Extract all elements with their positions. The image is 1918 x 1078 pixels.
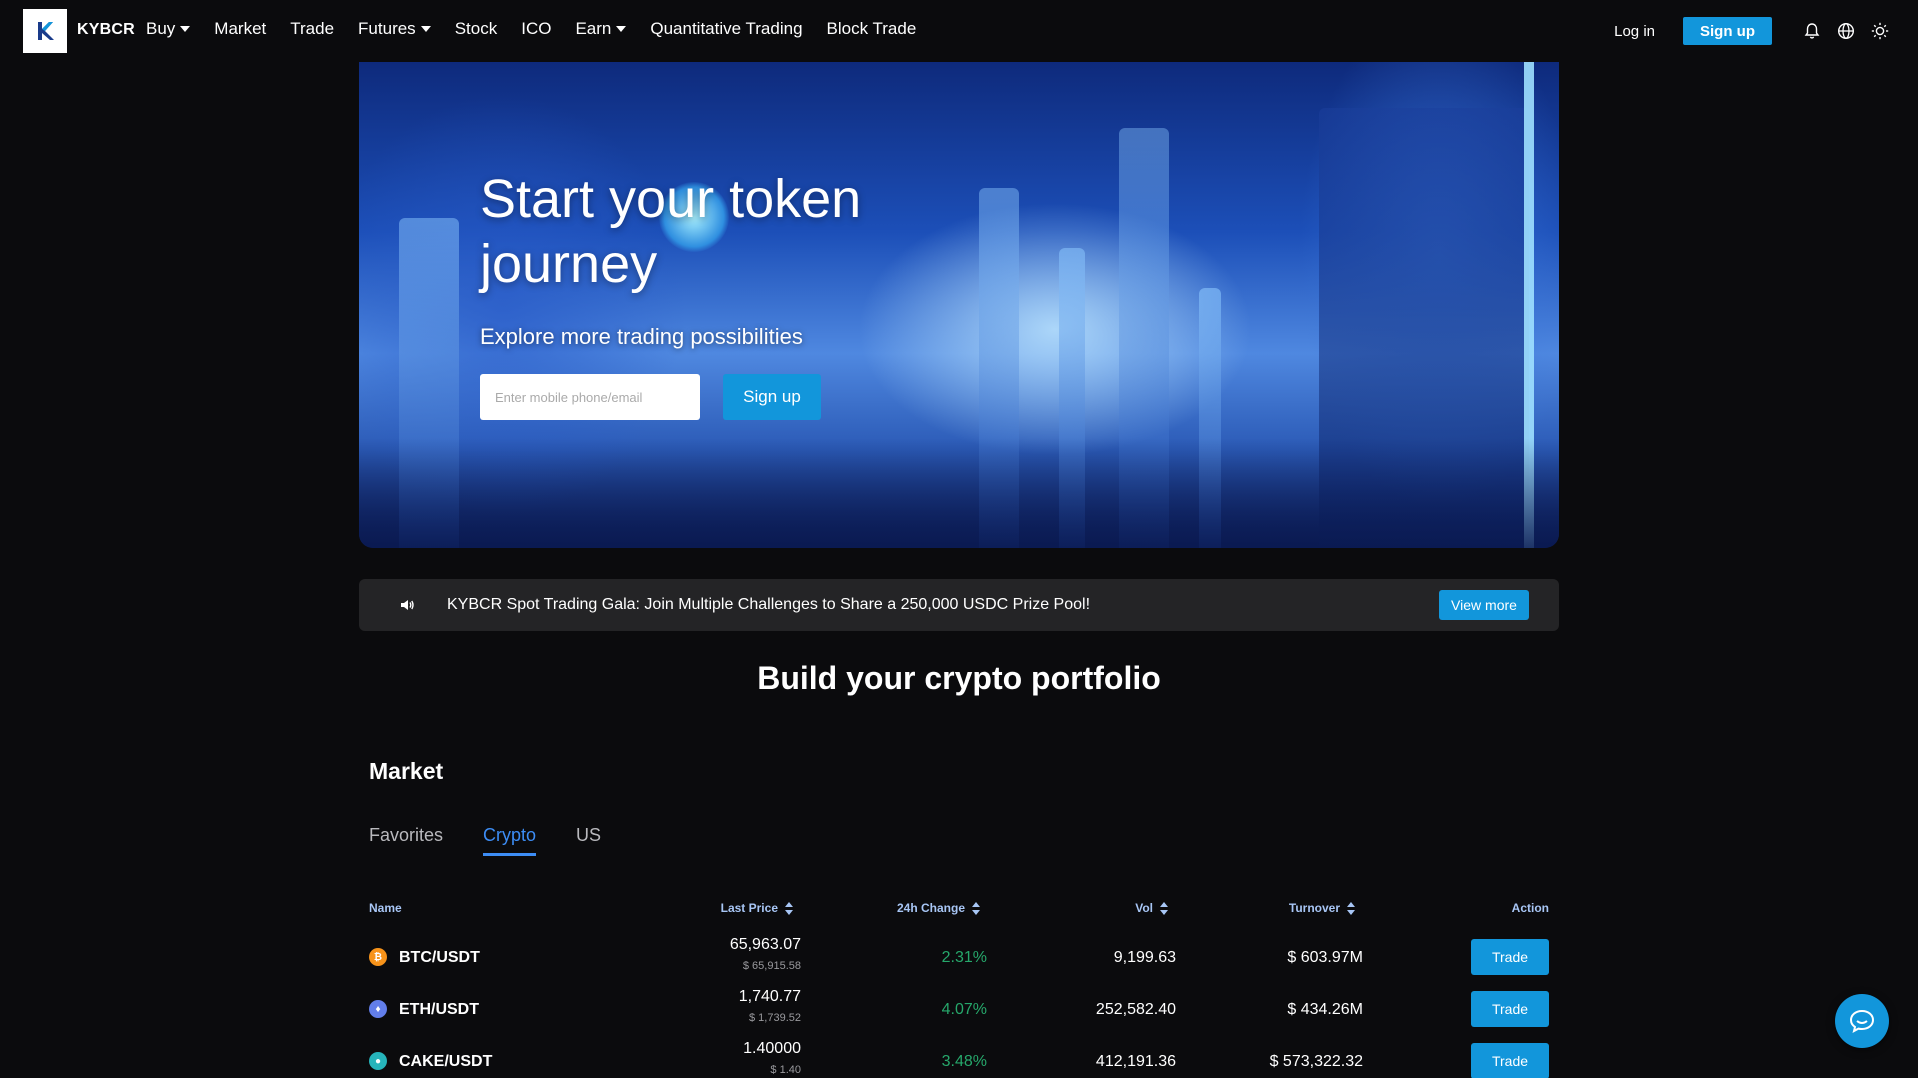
column-header-action: Action bbox=[1512, 901, 1549, 915]
column-header-name: Name bbox=[369, 901, 402, 915]
usd-price: $ 1.40 bbox=[770, 1064, 801, 1076]
change-24h: 3.48% bbox=[941, 1053, 987, 1070]
column-price-label: Last Price bbox=[720, 901, 778, 915]
signup-button[interactable]: Sign up bbox=[1683, 17, 1772, 45]
column-turnover-label: Turnover bbox=[1288, 901, 1340, 915]
hero-signup-button[interactable]: Sign up bbox=[723, 374, 821, 420]
announcement-text[interactable]: KYBCR Spot Trading Gala: Join Multiple C… bbox=[447, 596, 1090, 614]
volume: 412,191.36 bbox=[1095, 1053, 1176, 1070]
market-tabs: Favorites Crypto US bbox=[369, 825, 641, 856]
speaker-icon bbox=[399, 597, 415, 618]
last-price: 65,963.07 bbox=[729, 936, 801, 953]
nav-trade-label: Trade bbox=[290, 19, 335, 38]
table-row[interactable]: ♦ ETH/USDT 1,740.77 $ 1,739.52 4.07% 252… bbox=[0, 986, 1918, 1038]
sort-icon bbox=[972, 901, 981, 915]
turnover: $ 603.97M bbox=[1287, 949, 1363, 966]
table-row[interactable]: ₿ BTC/USDT 65,963.07 $ 65,915.58 2.31% 9… bbox=[0, 934, 1918, 986]
hero-email-input[interactable] bbox=[480, 374, 700, 420]
tab-favorites[interactable]: Favorites bbox=[369, 825, 443, 846]
nav-futures[interactable]: Futures bbox=[358, 19, 431, 39]
main-menu: Buy Market Trade Futures Stock ICO Earn … bbox=[146, 19, 940, 39]
turnover: $ 573,322.32 bbox=[1269, 1053, 1363, 1070]
nav-block-label: Block Trade bbox=[826, 19, 917, 38]
last-price: 1,740.77 bbox=[738, 988, 801, 1005]
nav-actions: Log in Sign up bbox=[1614, 17, 1890, 45]
change-24h: 4.07% bbox=[941, 1001, 987, 1018]
login-link[interactable]: Log in bbox=[1614, 23, 1655, 40]
nav-earn-label: Earn bbox=[575, 19, 612, 38]
table-row[interactable]: ● CAKE/USDT 1.40000 $ 1.40 3.48% 412,191… bbox=[0, 1038, 1918, 1078]
bell-icon[interactable] bbox=[1802, 21, 1822, 41]
nav-stock[interactable]: Stock bbox=[455, 19, 498, 39]
nav-earn[interactable]: Earn bbox=[575, 19, 627, 39]
column-header-last-price[interactable]: Last Price bbox=[721, 901, 794, 915]
tab-us[interactable]: US bbox=[576, 825, 601, 846]
nav-quantitative-trading[interactable]: Quantitative Trading bbox=[650, 19, 802, 39]
btc-icon: ₿ bbox=[369, 948, 387, 966]
change-24h: 2.31% bbox=[941, 949, 987, 966]
pair-name[interactable]: ETH/USDT bbox=[399, 1001, 479, 1019]
column-action-label: Action bbox=[1511, 901, 1549, 915]
tab-crypto[interactable]: Crypto bbox=[483, 825, 537, 856]
chat-support-button[interactable] bbox=[1835, 994, 1889, 1048]
nav-block-trade[interactable]: Block Trade bbox=[827, 19, 917, 39]
trade-button[interactable]: Trade bbox=[1471, 1043, 1549, 1078]
nav-ico-label: ICO bbox=[521, 19, 552, 38]
nav-quant-label: Quantitative Trading bbox=[650, 19, 803, 38]
nav-market[interactable]: Market bbox=[214, 19, 266, 39]
sort-icon bbox=[785, 901, 794, 915]
chevron-down-icon bbox=[180, 26, 191, 32]
nav-buy-label: Buy bbox=[146, 19, 176, 38]
top-navbar: KYBCR Buy Market Trade Futures Stock ICO… bbox=[0, 0, 1918, 62]
chevron-down-icon bbox=[420, 26, 431, 32]
pair-name[interactable]: CAKE/USDT bbox=[399, 1053, 492, 1071]
trade-button[interactable]: Trade bbox=[1471, 939, 1549, 975]
chevron-down-icon bbox=[616, 26, 627, 32]
nav-trade[interactable]: Trade bbox=[290, 19, 334, 39]
nav-market-label: Market bbox=[214, 19, 267, 38]
brand-name[interactable]: KYBCR bbox=[77, 21, 135, 39]
nav-buy[interactable]: Buy bbox=[146, 19, 191, 39]
cake-icon: ● bbox=[369, 1052, 387, 1070]
sort-icon bbox=[1160, 901, 1169, 915]
column-header-change[interactable]: 24h Change bbox=[897, 901, 981, 915]
sort-icon bbox=[1347, 901, 1356, 915]
hero-subtitle: Explore more trading possibilities bbox=[480, 324, 803, 349]
column-name-label: Name bbox=[369, 901, 402, 915]
volume: 9,199.63 bbox=[1113, 949, 1176, 966]
hero-title: Start your token journey bbox=[480, 169, 862, 294]
logo[interactable] bbox=[23, 9, 67, 53]
sun-icon[interactable] bbox=[1870, 21, 1890, 41]
view-more-button[interactable]: View more bbox=[1439, 590, 1529, 620]
usd-price: $ 1,739.52 bbox=[749, 1012, 801, 1024]
hero-decor bbox=[359, 438, 1559, 548]
trade-button[interactable]: Trade bbox=[1471, 991, 1549, 1027]
section-title: Build your crypto portfolio bbox=[757, 660, 1161, 696]
nav-stock-label: Stock bbox=[454, 19, 498, 38]
market-title: Market bbox=[369, 758, 444, 784]
hero-banner: Start your token journey Explore more tr… bbox=[359, 62, 1559, 548]
announcement-bar: KYBCR Spot Trading Gala: Join Multiple C… bbox=[359, 579, 1559, 631]
usd-price: $ 65,915.58 bbox=[742, 960, 801, 972]
nav-ico[interactable]: ICO bbox=[521, 19, 551, 39]
volume: 252,582.40 bbox=[1095, 1001, 1176, 1018]
turnover: $ 434.26M bbox=[1287, 1001, 1363, 1018]
eth-icon: ♦ bbox=[369, 1000, 387, 1018]
column-change-label: 24h Change bbox=[896, 901, 965, 915]
logo-icon bbox=[38, 22, 54, 40]
column-vol-label: Vol bbox=[1135, 901, 1153, 915]
column-header-turnover[interactable]: Turnover bbox=[1289, 901, 1356, 915]
column-header-vol[interactable]: Vol bbox=[1135, 901, 1169, 915]
pair-name[interactable]: BTC/USDT bbox=[399, 949, 480, 967]
chat-icon bbox=[1849, 1009, 1875, 1033]
globe-icon[interactable] bbox=[1836, 21, 1856, 41]
nav-futures-label: Futures bbox=[358, 19, 416, 38]
last-price: 1.40000 bbox=[743, 1040, 801, 1057]
